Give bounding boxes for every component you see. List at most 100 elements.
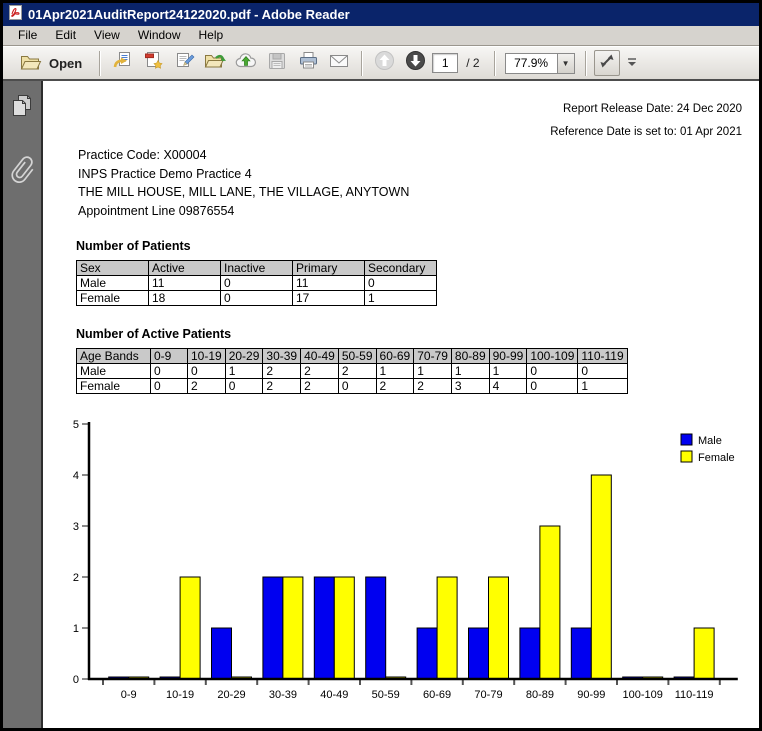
zoom-dropdown-button[interactable]: ▼	[557, 53, 575, 74]
column-header: 50-59	[338, 349, 376, 364]
menu-bar: FileEditViewWindowHelp	[3, 26, 759, 46]
y-tick-label: 4	[73, 470, 79, 482]
table-cell: 2	[263, 364, 301, 379]
age-distribution-chart: 0123450-910-1920-2930-3940-4950-5960-697…	[49, 416, 755, 712]
next-page-button[interactable]	[401, 50, 429, 77]
window-title: 01Apr2021AuditReport24122020.pdf - Adobe…	[28, 7, 350, 22]
y-tick-label: 5	[73, 419, 79, 431]
export-folder-icon	[204, 50, 226, 76]
x-tick-label: 20-29	[217, 689, 245, 701]
attachments-icon[interactable]	[9, 156, 35, 191]
print-button[interactable]	[294, 50, 322, 77]
table-cell: Male	[77, 364, 151, 379]
table-cell: 18	[149, 291, 221, 306]
chevron-down-icon: ▼	[562, 59, 570, 68]
table-cell: 1	[489, 364, 527, 379]
toolbar: Open	[3, 46, 759, 81]
x-tick-label: 0-9	[121, 689, 137, 701]
patients-table: SexActiveInactivePrimarySecondary Male11…	[76, 260, 437, 306]
menu-view[interactable]: View	[85, 26, 129, 45]
y-tick-label: 3	[73, 521, 79, 533]
save-button[interactable]	[263, 50, 291, 77]
previous-page-button[interactable]	[370, 50, 398, 77]
create-pdf-icon	[143, 50, 164, 76]
pdf-page: Report Release Date: 24 Dec 2020 Referen…	[43, 81, 759, 728]
table-cell: 11	[149, 276, 221, 291]
table-cell: 0	[188, 364, 226, 379]
menu-help[interactable]: Help	[190, 26, 233, 45]
table-header-row: SexActiveInactivePrimarySecondary	[77, 261, 437, 276]
column-header: 100-109	[527, 349, 578, 364]
sign-document-icon	[174, 50, 195, 76]
column-header: Secondary	[365, 261, 437, 276]
table-cell: 0	[151, 364, 188, 379]
bar-male-80-89	[520, 628, 540, 679]
column-header: 30-39	[263, 349, 301, 364]
bar-female-30-39	[283, 577, 303, 679]
email-button[interactable]	[325, 50, 353, 77]
fit-window-icon	[598, 52, 616, 75]
bar-female-70-79	[489, 577, 509, 679]
practice-line-1: INPS Practice Demo Practice 4	[78, 165, 759, 184]
page-count-label: / 2	[466, 56, 479, 70]
bar-male-90-99	[571, 628, 591, 679]
column-header: Age Bands	[77, 349, 151, 364]
bar-male-70-79	[469, 628, 489, 679]
toolbar-options-button[interactable]	[623, 50, 641, 76]
x-tick-label: 110-119	[675, 689, 714, 701]
legend-swatch-male	[681, 434, 692, 445]
send-file-button[interactable]	[108, 50, 136, 77]
bar-male-40-49	[314, 577, 334, 679]
sign-document-button[interactable]	[170, 50, 198, 77]
table-header-row: Age Bands0-910-1920-2930-3940-4950-5960-…	[77, 349, 628, 364]
bar-female-10-19	[180, 577, 200, 679]
zoom-level-input[interactable]: 77.9%	[505, 53, 557, 74]
email-icon	[328, 51, 350, 76]
legend-label-male: Male	[698, 435, 722, 447]
menu-file[interactable]: File	[9, 26, 46, 45]
patients-table-title: Number of Patients	[76, 239, 759, 253]
bar-male-30-39	[263, 577, 283, 679]
create-pdf-button[interactable]	[139, 50, 167, 77]
table-cell: 0	[151, 379, 188, 394]
page-up-icon	[374, 50, 395, 76]
navigation-sidebar	[3, 81, 43, 728]
column-header: Active	[149, 261, 221, 276]
title-bar[interactable]: 01Apr2021AuditReport24122020.pdf - Adobe…	[3, 3, 759, 26]
table-row: Male110110	[77, 276, 437, 291]
x-tick-label: 60-69	[423, 689, 451, 701]
table-cell: 2	[338, 364, 376, 379]
open-button[interactable]: Open	[11, 51, 91, 76]
save-icon	[267, 51, 287, 76]
cloud-upload-button[interactable]	[232, 50, 260, 77]
table-cell: 0	[221, 291, 293, 306]
page-number-input[interactable]: 1	[432, 53, 458, 73]
table-cell: 1	[376, 364, 414, 379]
table-cell: 4	[489, 379, 527, 394]
column-header: 110-119	[578, 349, 627, 364]
page-thumbnails-icon[interactable]	[10, 93, 34, 124]
practice-line-2: THE MILL HOUSE, MILL LANE, THE VILLAGE, …	[78, 183, 759, 202]
table-cell: 2	[301, 379, 339, 394]
menu-edit[interactable]: Edit	[46, 26, 85, 45]
legend-label-female: Female	[698, 452, 735, 464]
column-header: 0-9	[151, 349, 188, 364]
practice-line-0: Practice Code: X00004	[78, 146, 759, 165]
x-tick-label: 40-49	[320, 689, 348, 701]
open-folder-icon	[20, 53, 42, 74]
table-cell: 2	[188, 379, 226, 394]
pdf-file-icon	[8, 5, 23, 25]
print-icon	[298, 50, 319, 76]
table-cell: 0	[527, 379, 578, 394]
x-tick-label: 10-19	[166, 689, 194, 701]
age-distribution-chart-wrap: 0123450-910-1920-2930-3940-4950-5960-697…	[49, 416, 759, 715]
patients-table-head: SexActiveInactivePrimarySecondary	[77, 261, 437, 276]
bar-male-50-59	[366, 577, 386, 679]
fit-window-button[interactable]	[594, 50, 620, 76]
table-cell: Female	[77, 291, 149, 306]
menu-window[interactable]: Window	[129, 26, 190, 45]
bar-male-20-29	[212, 628, 232, 679]
report-dates: Report Release Date: 24 Dec 2020 Referen…	[43, 98, 742, 144]
export-folder-button[interactable]	[201, 50, 229, 77]
report-release-date: Report Release Date: 24 Dec 2020	[43, 98, 742, 121]
